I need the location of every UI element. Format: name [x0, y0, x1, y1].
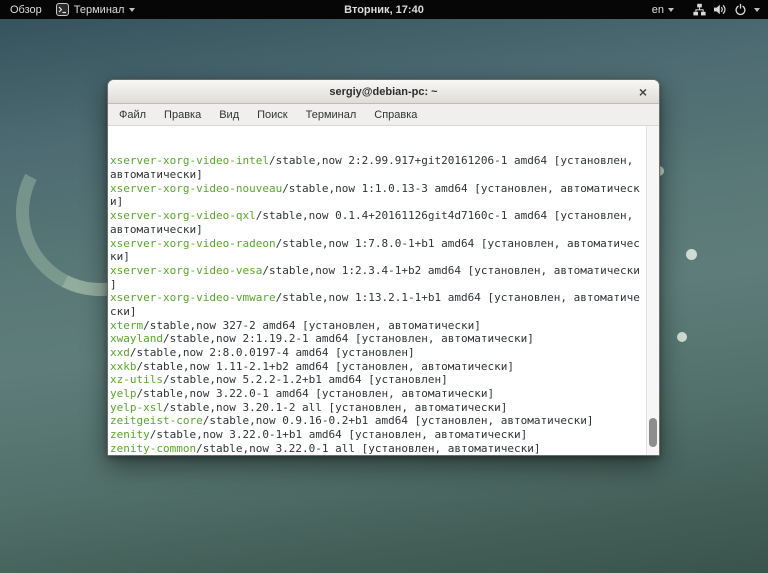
close-button[interactable]: ×: [634, 80, 652, 104]
terminal-line: xterm/stable,now 327-2 amd64 [установлен…: [110, 319, 646, 333]
chevron-down-icon: [668, 8, 674, 12]
terminal-line: xz-utils/stable,now 5.2.2-1.2+b1 amd64 […: [110, 373, 646, 387]
terminal-line: xxd/stable,now 2:8.0.0197-4 amd64 [устан…: [110, 346, 646, 360]
terminal-window: sergiy@debian-pc: ~ × ФайлПравкаВидПоиск…: [107, 79, 660, 456]
terminal-line: автоматически]: [110, 223, 646, 237]
terminal-line: ки]: [110, 250, 646, 264]
activities-label: Обзор: [10, 4, 42, 16]
terminal-line: xserver-xorg-video-vmware/stable,now 1:1…: [110, 291, 646, 305]
network-wired-icon: [693, 3, 706, 16]
system-status-area[interactable]: en: [652, 3, 760, 16]
terminal-line: xserver-xorg-video-intel/stable,now 2:2.…: [110, 154, 646, 168]
keyboard-layout-label: en: [652, 4, 664, 16]
terminal-line: xserver-xorg-video-qxl/stable,now 0.1.4+…: [110, 209, 646, 223]
terminal-line: xserver-xorg-video-nouveau/stable,now 1:…: [110, 182, 646, 196]
terminal-line: автоматически]: [110, 168, 646, 182]
chevron-down-icon: [754, 8, 760, 12]
menu-item[interactable]: Справка: [365, 106, 426, 124]
activities-button[interactable]: Обзор: [10, 0, 42, 19]
app-menu-label: Терминал: [74, 4, 125, 16]
terminal-line: xxkb/stable,now 1.11-2.1+b2 amd64 [устан…: [110, 360, 646, 374]
terminal-line: xserver-xorg-video-radeon/stable,now 1:7…: [110, 237, 646, 251]
terminal-line: zeitgeist-core/stable,now 0.9.16-0.2+b1 …: [110, 414, 646, 428]
terminal-line: yelp/stable,now 3.22.0-1 amd64 [установл…: [110, 387, 646, 401]
terminal-line: ]: [110, 278, 646, 292]
terminal-line: xwayland/stable,now 2:1.19.2-1 amd64 [ус…: [110, 332, 646, 346]
terminal-output: xserver-xorg-video-intel/stable,now 2:2.…: [108, 126, 646, 455]
terminal-icon: [56, 3, 69, 16]
window-title: sergiy@debian-pc: ~: [329, 86, 437, 98]
keyboard-layout-menu[interactable]: en: [652, 4, 674, 16]
app-menu[interactable]: Терминал: [56, 0, 136, 19]
menu-item[interactable]: Терминал: [297, 106, 366, 124]
top-bar: Обзор Терминал Вторник, 17:40 en: [0, 0, 768, 19]
menu-item[interactable]: Поиск: [248, 106, 296, 124]
terminal-line: zenity-common/stable,now 3.22.0-1 all [у…: [110, 442, 646, 455]
scrollbar-handle[interactable]: [649, 418, 657, 447]
menu-item[interactable]: Правка: [155, 106, 210, 124]
power-icon: [734, 3, 747, 16]
scrollbar[interactable]: [646, 126, 659, 455]
terminal-content[interactable]: xserver-xorg-video-intel/stable,now 2:2.…: [108, 126, 659, 455]
chevron-down-icon: [129, 8, 135, 12]
background-dot: [677, 332, 687, 342]
window-menubar: ФайлПравкаВидПоискТерминалСправка: [108, 104, 659, 126]
terminal-line: zenity/stable,now 3.22.0-1+b1 amd64 [уст…: [110, 428, 646, 442]
terminal-line: и]: [110, 195, 646, 209]
menu-item[interactable]: Файл: [110, 106, 155, 124]
background-dot: [686, 249, 697, 260]
menu-item[interactable]: Вид: [210, 106, 248, 124]
window-titlebar[interactable]: sergiy@debian-pc: ~ ×: [108, 80, 659, 104]
volume-icon: [713, 3, 727, 16]
terminal-line: xserver-xorg-video-vesa/stable,now 1:2.3…: [110, 264, 646, 278]
terminal-line: ски]: [110, 305, 646, 319]
terminal-line: yelp-xsl/stable,now 3.20.1-2 all [устано…: [110, 401, 646, 415]
